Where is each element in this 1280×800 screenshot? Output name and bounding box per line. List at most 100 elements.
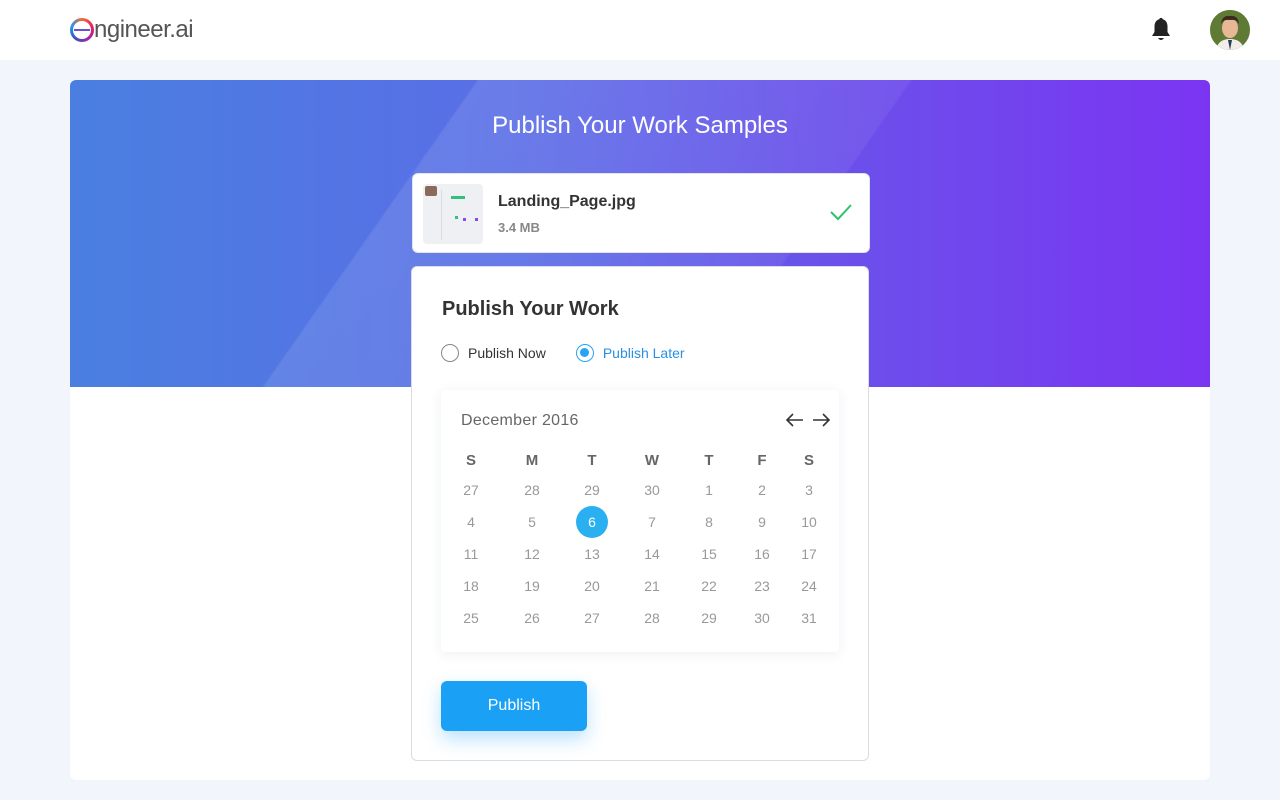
- file-thumbnail[interactable]: [423, 184, 483, 244]
- calendar-day-number: 17: [801, 546, 817, 562]
- page-title: Publish Your Work Samples: [492, 112, 788, 139]
- calendar-day[interactable]: 19: [512, 570, 552, 602]
- calendar-day-number: 11: [463, 546, 479, 562]
- calendar-day[interactable]: 30: [632, 474, 672, 506]
- bell-icon[interactable]: [1150, 17, 1172, 43]
- calendar-day-number: 3: [805, 482, 813, 498]
- weekday-header: S: [465, 452, 476, 469]
- publish-section-title: Publish Your Work: [442, 298, 619, 320]
- calendar-day-number: 10: [801, 514, 817, 530]
- logo[interactable]: ngineer.ai: [70, 14, 194, 46]
- uploaded-file-card: Landing_Page.jpg 3.4 MB: [412, 173, 870, 253]
- file-size: 3.4 MB: [498, 220, 540, 235]
- calendar-day-number: 27: [584, 610, 600, 626]
- weekday-header: F: [757, 452, 767, 469]
- calendar-day-number: 28: [644, 610, 660, 626]
- calendar-day-number: 4: [467, 514, 475, 530]
- calendar-day-number: 21: [644, 578, 660, 594]
- calendar-day-number: 7: [648, 514, 656, 530]
- calendar-day-number: 12: [524, 546, 540, 562]
- calendar-day-number: 6: [588, 514, 596, 530]
- calendar-day-number: 16: [754, 546, 770, 562]
- top-bar: ngineer.ai: [0, 0, 1280, 60]
- calendar-month-label: December 2016: [461, 412, 579, 429]
- calendar-day-number: 19: [524, 578, 540, 594]
- calendar-day-number: 24: [801, 578, 817, 594]
- calendar-day[interactable]: 31: [789, 602, 829, 634]
- calendar-day[interactable]: 5: [512, 506, 552, 538]
- calendar-day[interactable]: 13: [572, 538, 612, 570]
- calendar-day[interactable]: 11: [451, 538, 491, 570]
- calendar-day-number: 25: [463, 610, 479, 626]
- calendar-day-number: 27: [463, 482, 479, 498]
- calendar-day[interactable]: 7: [632, 506, 672, 538]
- calendar-day[interactable]: 15: [689, 538, 729, 570]
- calendar-day-number: 31: [801, 610, 817, 626]
- calendar-day[interactable]: 22: [689, 570, 729, 602]
- calendar-day-number: 29: [584, 482, 600, 498]
- calendar-day-number: 28: [524, 482, 540, 498]
- calendar-day-number: 5: [528, 514, 536, 530]
- calendar-day[interactable]: 14: [632, 538, 672, 570]
- calendar-day[interactable]: 18: [451, 570, 491, 602]
- publish-options: Publish Now Publish Later: [441, 343, 685, 363]
- user-avatar[interactable]: [1210, 10, 1250, 50]
- thumb-dot: [463, 218, 466, 221]
- calendar-day[interactable]: 26: [512, 602, 552, 634]
- calendar-day-number: 30: [644, 482, 660, 498]
- check-icon: [830, 204, 852, 221]
- calendar-day[interactable]: 27: [572, 602, 612, 634]
- avatar-portrait: [1210, 10, 1250, 50]
- calendar-day-number: 23: [754, 578, 770, 594]
- weekday-header: W: [644, 452, 660, 469]
- calendar-day[interactable]: 25: [451, 602, 491, 634]
- calendar-day[interactable]: 2: [742, 474, 782, 506]
- file-name: Landing_Page.jpg: [498, 193, 636, 210]
- calendar-day-number: 29: [701, 610, 717, 626]
- calendar-day-number: 20: [584, 578, 600, 594]
- calendar-day-number: 14: [644, 546, 660, 562]
- calendar-day[interactable]: 10: [789, 506, 829, 538]
- calendar-day[interactable]: 20: [572, 570, 612, 602]
- calendar-day[interactable]: 24: [789, 570, 829, 602]
- publish-card: Publish Your Work Publish Now Publish La…: [411, 266, 869, 761]
- thumb-dot: [455, 216, 458, 219]
- calendar-day-number: 9: [758, 514, 766, 530]
- calendar-day-selected[interactable]: 6: [572, 506, 612, 538]
- calendar-day[interactable]: 28: [632, 602, 672, 634]
- calendar-day[interactable]: 21: [632, 570, 672, 602]
- calendar-day[interactable]: 16: [742, 538, 782, 570]
- radio-publish-now-label[interactable]: Publish Now: [468, 345, 546, 361]
- calendar-day[interactable]: 30: [742, 602, 782, 634]
- publish-button[interactable]: Publish: [441, 681, 587, 731]
- calendar-day[interactable]: 29: [689, 602, 729, 634]
- calendar-day-number: 18: [463, 578, 479, 594]
- calendar-day[interactable]: 23: [742, 570, 782, 602]
- weekday-header: T: [704, 452, 714, 469]
- arrow-right-icon[interactable]: [811, 412, 831, 428]
- thumb-photo: [425, 186, 437, 196]
- calendar-day-number: 30: [754, 610, 770, 626]
- weekday-header: S: [803, 452, 814, 469]
- radio-publish-later-label[interactable]: Publish Later: [603, 345, 685, 361]
- calendar-day[interactable]: 27: [451, 474, 491, 506]
- radio-publish-later[interactable]: [575, 344, 594, 362]
- calendar-day-number: 15: [701, 546, 717, 562]
- calendar-day-number: 26: [524, 610, 540, 626]
- arrow-left-icon[interactable]: [785, 412, 805, 428]
- calendar-day[interactable]: 12: [512, 538, 552, 570]
- calendar-day[interactable]: 4: [451, 506, 491, 538]
- weekday-header: M: [525, 452, 539, 469]
- calendar-day[interactable]: 29: [572, 474, 612, 506]
- calendar-day[interactable]: 3: [789, 474, 829, 506]
- calendar-day[interactable]: 9: [742, 506, 782, 538]
- thumb-dot: [475, 218, 478, 221]
- calendar-day-number: 8: [705, 514, 713, 530]
- thumb-green-bar: [451, 196, 465, 199]
- calendar-day[interactable]: 8: [689, 506, 729, 538]
- radio-publish-now[interactable]: [441, 344, 459, 362]
- calendar-day-number: 13: [584, 546, 600, 562]
- calendar-day[interactable]: 1: [689, 474, 729, 506]
- calendar-day[interactable]: 17: [789, 538, 829, 570]
- calendar-day[interactable]: 28: [512, 474, 552, 506]
